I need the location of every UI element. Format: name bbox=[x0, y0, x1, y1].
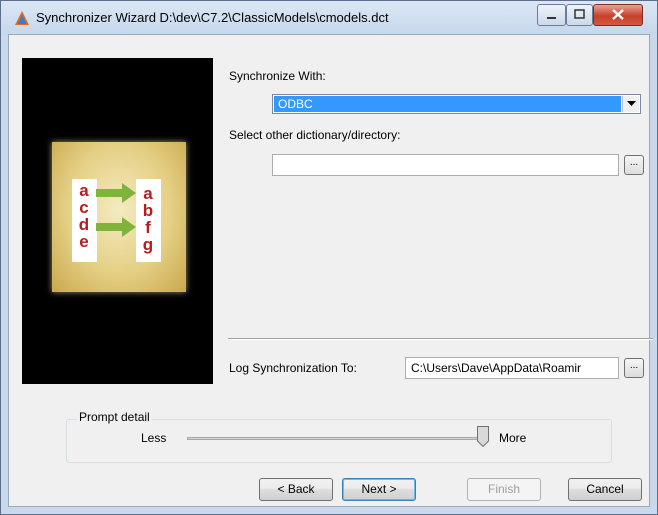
arrow-right-icon bbox=[96, 183, 136, 203]
next-button[interactable]: Next > bbox=[342, 478, 416, 501]
window-title: Synchronizer Wizard D:\dev\C7.2\ClassicM… bbox=[36, 10, 389, 25]
other-dictionary-input[interactable] bbox=[272, 154, 619, 176]
synchronize-with-value: ODBC bbox=[274, 96, 621, 112]
other-dictionary-label: Select other dictionary/directory: bbox=[229, 128, 401, 142]
wizard-banner: a c d e a b f g bbox=[22, 58, 213, 384]
sync-letters-graphic: a c d e a b f g bbox=[72, 179, 161, 262]
synchronize-with-dropdown[interactable]: ODBC bbox=[272, 94, 641, 114]
cancel-button[interactable]: Cancel bbox=[568, 478, 642, 501]
right-letter: g bbox=[143, 235, 153, 254]
title-bar[interactable]: Synchronizer Wizard D:\dev\C7.2\ClassicM… bbox=[1, 1, 657, 35]
back-button[interactable]: < Back bbox=[259, 478, 333, 501]
log-synchronization-label: Log Synchronization To: bbox=[229, 361, 357, 375]
close-button[interactable] bbox=[593, 4, 643, 26]
prompt-detail-slider-thumb[interactable] bbox=[477, 426, 489, 447]
browse-log-button[interactable]: ... bbox=[624, 358, 644, 378]
minimize-button[interactable] bbox=[537, 4, 566, 26]
finish-button[interactable]: Finish bbox=[467, 478, 541, 501]
sync-illustration: a c d e a b f g bbox=[52, 142, 186, 292]
less-label: Less bbox=[141, 431, 167, 445]
left-letter: e bbox=[79, 232, 88, 251]
more-label: More bbox=[499, 431, 527, 445]
app-icon bbox=[15, 11, 29, 25]
maximize-button[interactable] bbox=[566, 4, 593, 26]
prompt-detail-slider-track[interactable] bbox=[187, 437, 482, 440]
browse-dictionary-button[interactable]: ... bbox=[624, 155, 644, 175]
separator bbox=[228, 338, 653, 340]
close-icon bbox=[612, 9, 624, 20]
arrow-right-icon bbox=[96, 217, 136, 237]
prompt-detail-title: Prompt detail bbox=[77, 410, 152, 424]
minimize-icon bbox=[547, 17, 556, 19]
log-path-input[interactable]: C:\Users\Dave\AppData\Roamir bbox=[405, 357, 619, 379]
synchronize-with-label: Synchronize With: bbox=[229, 69, 326, 83]
chevron-down-icon bbox=[626, 101, 636, 106]
dropdown-button[interactable] bbox=[622, 96, 639, 112]
maximize-icon bbox=[574, 9, 585, 19]
